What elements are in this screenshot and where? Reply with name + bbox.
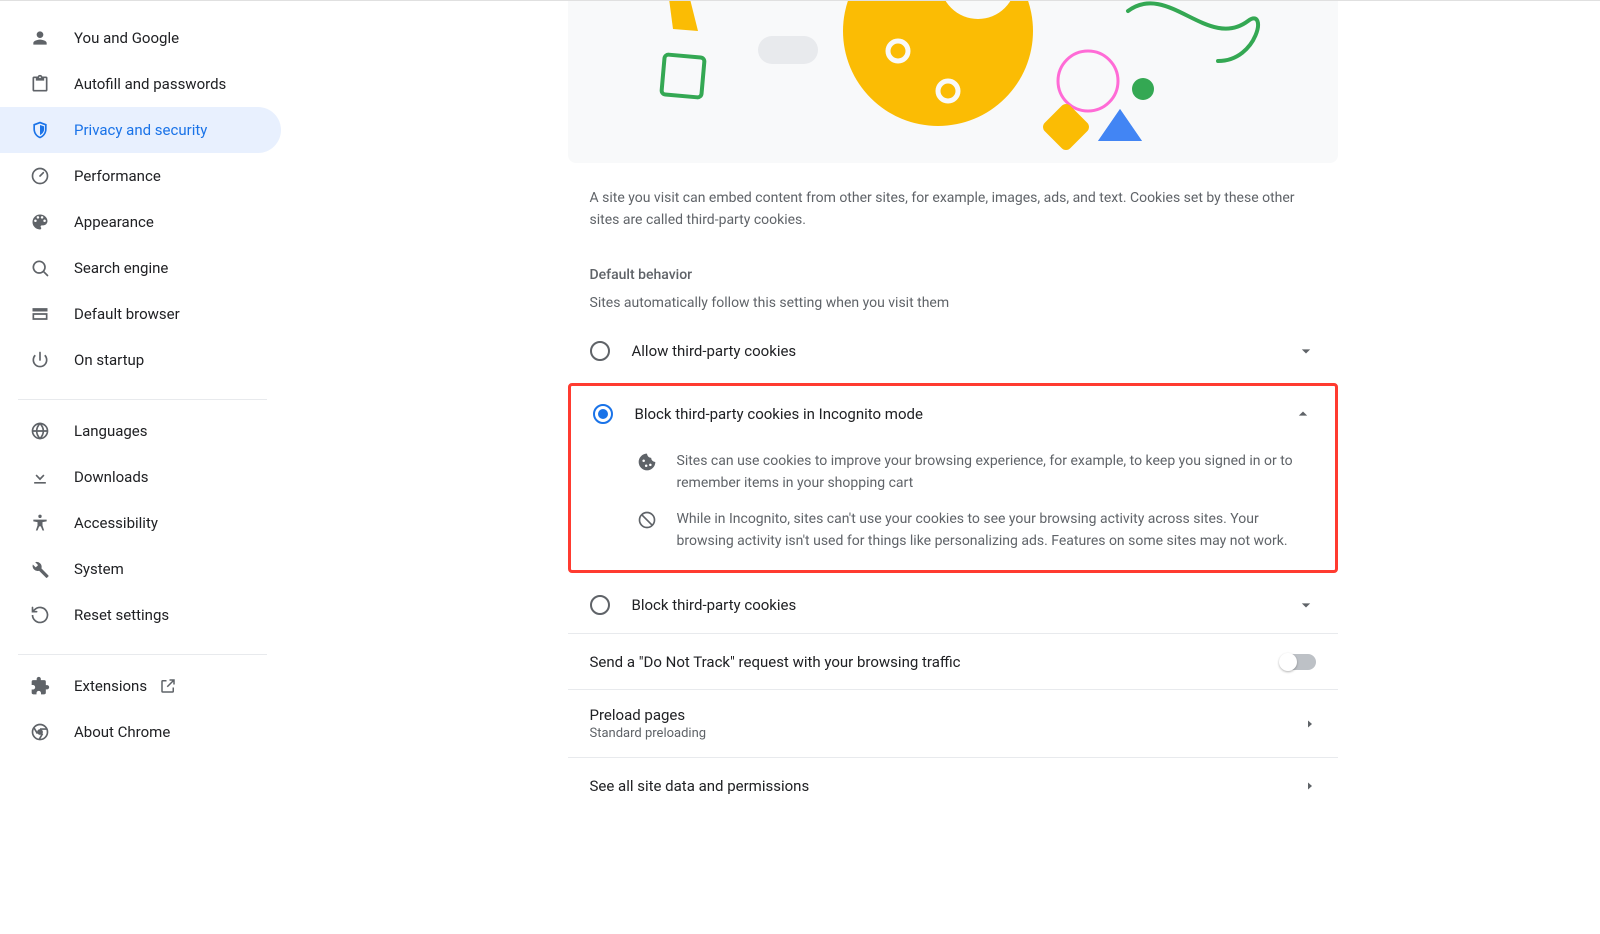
intro-text: A site you visit can embed content from … [568,163,1338,231]
setting-subtitle: Standard preloading [590,726,1304,741]
settings-sidebar: You and Google Autofill and passwords Pr… [0,0,285,934]
sidebar-item-label: Extensions [74,677,147,695]
option-label: Block third-party cookies in Incognito m… [635,405,1293,423]
chevron-up-icon[interactable] [1293,404,1313,424]
divider [18,399,267,400]
radio-unchecked-icon [590,595,610,615]
chevron-down-icon[interactable] [1296,341,1316,361]
shield-icon [30,120,50,140]
default-behavior-label: Default behavior [568,231,1338,283]
chrome-icon [30,722,50,742]
option-block-incognito[interactable]: Block third-party cookies in Incognito m… [571,386,1335,442]
cookies-panel: A site you visit can embed content from … [568,1,1338,934]
sidebar-item-label: Downloads [74,468,149,486]
restore-icon [30,605,50,625]
sidebar-item-label: Privacy and security [74,121,207,139]
detail-text: While in Incognito, sites can't use your… [677,508,1313,552]
arrow-right-icon [1304,780,1316,792]
sidebar-item-label: Autofill and passwords [74,75,226,93]
sidebar-item-label: Search engine [74,259,168,277]
palette-icon [30,212,50,232]
divider [18,654,267,655]
sidebar-item-label: Reset settings [74,606,169,624]
sidebar-item-about-chrome[interactable]: About Chrome [0,709,281,755]
sidebar-item-label: About Chrome [74,723,170,741]
sidebar-item-accessibility[interactable]: Accessibility [0,500,281,546]
radio-unchecked-icon [590,341,610,361]
setting-title: See all site data and permissions [590,777,1304,795]
sidebar-item-privacy[interactable]: Privacy and security [0,107,281,153]
extension-icon [30,676,50,696]
download-icon [30,467,50,487]
sidebar-item-label: Performance [74,167,161,185]
option-block-all[interactable]: Block third-party cookies [568,577,1338,633]
setting-title: Send a "Do Not Track" request with your … [590,653,1280,671]
chevron-down-icon[interactable] [1296,595,1316,615]
open-in-new-icon [159,677,177,695]
option-details: Sites can use cookies to improve your br… [571,442,1335,570]
sidebar-item-search-engine[interactable]: Search engine [0,245,281,291]
hero-illustration [568,1,1338,163]
main-content: A site you visit can embed content from … [285,0,1600,934]
speedometer-icon [30,166,50,186]
sidebar-item-system[interactable]: System [0,546,281,592]
cookie-icon [637,452,657,472]
person-icon [30,28,50,48]
setting-see-all-site-data[interactable]: See all site data and permissions [568,757,1338,813]
option-label: Block third-party cookies [632,596,1296,614]
sidebar-item-default-browser[interactable]: Default browser [0,291,281,337]
sidebar-item-downloads[interactable]: Downloads [0,454,281,500]
sidebar-item-label: Default browser [74,305,180,323]
sidebar-item-label: Languages [74,422,148,440]
sidebar-item-you-and-google[interactable]: You and Google [0,15,281,61]
globe-icon [30,421,50,441]
sidebar-item-reset[interactable]: Reset settings [0,592,281,638]
clipboard-icon [30,74,50,94]
setting-do-not-track[interactable]: Send a "Do Not Track" request with your … [568,633,1338,689]
toggle-off[interactable] [1280,654,1316,670]
arrow-right-icon [1304,718,1316,730]
accessibility-icon [30,513,50,533]
sidebar-item-autofill[interactable]: Autofill and passwords [0,61,281,107]
detail-text: Sites can use cookies to improve your br… [677,450,1313,494]
highlighted-selection: Block third-party cookies in Incognito m… [568,383,1338,573]
option-allow-third-party[interactable]: Allow third-party cookies [568,323,1338,379]
search-icon [30,258,50,278]
sidebar-item-appearance[interactable]: Appearance [0,199,281,245]
sidebar-item-label: Accessibility [74,514,158,532]
radio-checked-icon [593,404,613,424]
sidebar-item-languages[interactable]: Languages [0,408,281,454]
sidebar-item-label: On startup [74,351,144,369]
setting-preload-pages[interactable]: Preload pages Standard preloading [568,689,1338,757]
sidebar-item-performance[interactable]: Performance [0,153,281,199]
sidebar-item-on-startup[interactable]: On startup [0,337,281,383]
block-icon [637,510,657,530]
sidebar-item-label: You and Google [74,29,179,47]
option-label: Allow third-party cookies [632,342,1296,360]
setting-title: Preload pages [590,706,1304,724]
sidebar-item-label: Appearance [74,213,154,231]
default-behavior-sub: Sites automatically follow this setting … [568,283,1338,323]
power-icon [30,350,50,370]
browser-icon [30,304,50,324]
wrench-icon [30,559,50,579]
sidebar-item-label: System [74,560,124,578]
sidebar-item-extensions[interactable]: Extensions [0,663,281,709]
